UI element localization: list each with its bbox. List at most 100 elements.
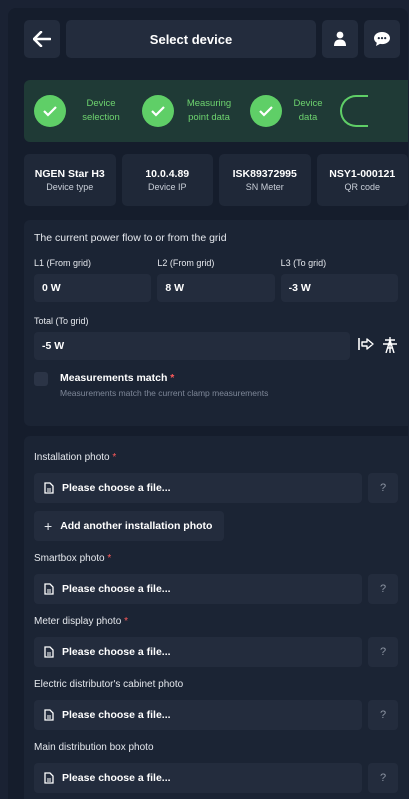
measurements-match-hint: Measurements match the current clamp mea… [60, 388, 269, 398]
smartbox-photo-label: Smartbox photo * [34, 553, 398, 564]
total-label: Total (To grid) [34, 316, 89, 326]
smartbox-photo-row: Please choose a file... ? [34, 574, 398, 604]
l3-label: L3 (To grid) [280, 258, 327, 268]
help-button[interactable]: ? [368, 700, 398, 730]
measurements-match-text: Measurements match * Measurements match … [60, 372, 268, 398]
main-distribution-box-photo-row: Please choose a file... ? [34, 763, 398, 793]
profile-button[interactable] [322, 20, 358, 58]
add-installation-photo-button[interactable]: + Add another installation photo [34, 511, 224, 541]
sn-meter-value: ISK89372995 [232, 168, 297, 180]
help-button[interactable]: ? [368, 763, 398, 793]
label-text: Installation photo [34, 452, 110, 463]
qr-code-label: QR code [344, 182, 381, 192]
smartbox-photo-section: Smartbox photo * Please choose a file...… [34, 553, 398, 604]
file-icon [44, 583, 54, 595]
l3-cell: L3 (To grid) -3 W [280, 258, 398, 302]
user-icon [334, 31, 346, 46]
qr-code-value: NSY1-000121 [329, 168, 396, 180]
installation-photo-row: Please choose a file... ? [34, 473, 398, 503]
total-row: Total (To grid) -5 W [34, 316, 398, 360]
measurements-match-checkbox[interactable] [34, 372, 48, 386]
label-text: Meter display photo [34, 616, 122, 627]
device-ip-label: Device IP [147, 182, 187, 192]
help-button[interactable]: ? [368, 637, 398, 667]
device-ip-info: 10.0.4.89 Device IP [121, 154, 213, 206]
measurements-match-row[interactable]: Measurements match * Measurements match … [34, 372, 398, 398]
export-arrow-icon [358, 338, 374, 350]
l2-cell: L2 (From grid) 8 W [157, 258, 275, 302]
distributor-cabinet-photo-label: Electric distributor's cabinet photo [34, 679, 398, 690]
meter-display-photo-section: Meter display photo * Please choose a fi… [34, 616, 398, 667]
check-icon [142, 95, 174, 127]
file-placeholder: Please choose a file... [62, 646, 171, 658]
distributor-cabinet-photo-row: Please choose a file... ? [34, 700, 398, 730]
step-measuring-point-data[interactable]: Measuring point data [142, 95, 236, 127]
required-mark: * [124, 616, 128, 627]
step-device-data[interactable]: Device data [250, 95, 326, 127]
top-bar: Select device [24, 20, 400, 58]
check-icon [34, 95, 66, 127]
installation-photo-label: Installation photo * [34, 452, 398, 463]
file-placeholder: Please choose a file... [62, 709, 171, 721]
meter-display-photo-label: Meter display photo * [34, 616, 398, 627]
label-text: Main distribution box photo [34, 742, 154, 753]
chat-button[interactable] [364, 20, 400, 58]
smartbox-photo-file-input[interactable]: Please choose a file... [34, 574, 362, 604]
progress-stepper: Device selection Measuring point data De… [24, 80, 408, 142]
required-mark: * [112, 452, 117, 463]
l2-label: L2 (From grid) [157, 258, 215, 268]
device-type-info: NGEN Star H3 Device type [24, 154, 116, 206]
label-text: Smartbox photo [34, 553, 105, 564]
chat-icon [374, 32, 390, 46]
plus-icon: + [44, 518, 53, 534]
file-icon [44, 482, 54, 494]
phase-values: L1 (From grid) 0 W L2 (From grid) 8 W L3… [34, 258, 398, 302]
l1-label: L1 (From grid) [34, 258, 92, 268]
installation-photo-section: Installation photo * Please choose a fil… [34, 452, 398, 541]
file-placeholder: Please choose a file... [62, 482, 171, 494]
device-type-label: Device type [46, 182, 94, 192]
meter-display-photo-file-input[interactable]: Please choose a file... [34, 637, 362, 667]
distributor-cabinet-photo-file-input[interactable]: Please choose a file... [34, 700, 362, 730]
file-icon [44, 772, 54, 784]
power-flow-title: The current power flow to or from the gr… [34, 232, 227, 244]
page-title: Select device [66, 20, 316, 58]
file-icon [44, 709, 54, 721]
l2-value: 8 W [157, 274, 275, 302]
help-button[interactable]: ? [368, 473, 398, 503]
meter-display-photo-row: Please choose a file... ? [34, 637, 398, 667]
step-label: Measuring point data [186, 98, 232, 123]
device-ip-value: 10.0.4.89 [145, 168, 190, 180]
l3-value: -3 W [280, 274, 398, 302]
next-step-indicator [340, 95, 368, 127]
label-text: Electric distributor's cabinet photo [34, 679, 184, 690]
required-mark: * [170, 372, 175, 384]
main-distribution-box-photo-label: Main distribution box photo [34, 742, 398, 753]
installation-photo-file-input[interactable]: Please choose a file... [34, 473, 362, 503]
sn-meter-label: SN Meter [245, 182, 284, 192]
match-label-text: Measurements match [60, 372, 168, 384]
add-photo-label: Add another installation photo [60, 520, 213, 532]
flow-icons [358, 337, 398, 360]
device-info-card: NGEN Star H3 Device type 10.0.4.89 Devic… [24, 154, 408, 206]
qr-code-info: NSY1-000121 QR code [316, 154, 408, 206]
l1-value: 0 W [34, 274, 152, 302]
power-flow-panel: The current power flow to or from the gr… [24, 220, 408, 426]
step-device-selection[interactable]: Device selection [34, 95, 128, 127]
sn-meter-info: ISK89372995 SN Meter [219, 154, 311, 206]
back-button[interactable] [24, 20, 60, 58]
file-placeholder: Please choose a file... [62, 772, 171, 784]
step-label: Device data [293, 98, 323, 123]
total-value: -5 W [34, 332, 350, 360]
help-button[interactable]: ? [368, 574, 398, 604]
arrow-left-icon [33, 31, 51, 47]
file-placeholder: Please choose a file... [62, 583, 171, 595]
device-type-value: NGEN Star H3 [34, 168, 105, 180]
required-mark: * [107, 553, 112, 564]
power-tower-icon [383, 337, 397, 353]
total-cell: Total (To grid) -5 W [34, 316, 350, 360]
main-distribution-box-photo-file-input[interactable]: Please choose a file... [34, 763, 362, 793]
main-distribution-box-photo-section: Main distribution box photo Please choos… [34, 742, 398, 793]
photos-panel: Installation photo * Please choose a fil… [24, 436, 408, 799]
check-icon [250, 95, 282, 127]
